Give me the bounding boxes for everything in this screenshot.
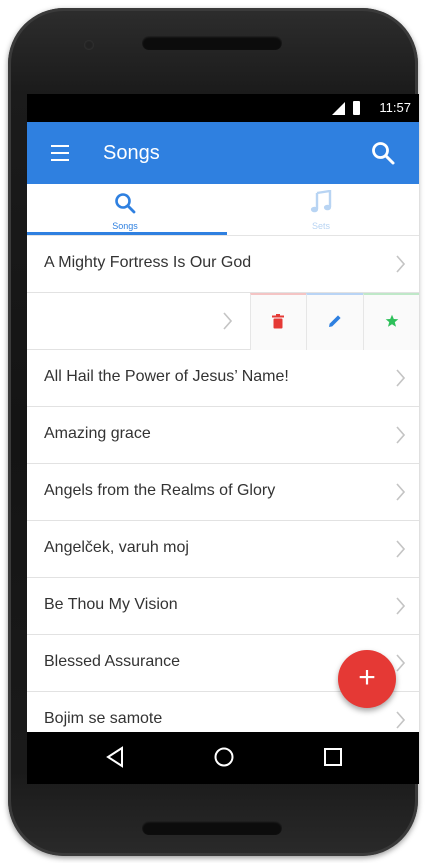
front-camera — [84, 40, 94, 50]
chevron-right-icon — [396, 255, 405, 273]
delete-button[interactable] — [250, 293, 307, 351]
search-icon — [115, 193, 136, 214]
recents-icon[interactable] — [323, 747, 343, 767]
chevron-right-icon — [396, 483, 405, 501]
page-title: Songs — [103, 142, 160, 164]
chevron-right-icon — [396, 597, 405, 615]
tab-sets[interactable]: Sets — [223, 184, 419, 235]
tab-songs[interactable]: Songs — [27, 184, 223, 235]
home-icon[interactable] — [213, 746, 235, 768]
signal-icon — [332, 102, 345, 115]
star-icon — [385, 314, 399, 327]
chevron-right-icon — [223, 312, 232, 330]
tab-bar: Songs Sets — [27, 184, 419, 236]
song-title: Bojim se samote — [44, 710, 163, 727]
song-title: Angelček, varuh moj — [44, 539, 189, 556]
edit-icon — [329, 315, 341, 327]
search-icon[interactable] — [370, 140, 396, 166]
tab-songs-label: Songs — [112, 221, 138, 231]
earpiece-speaker — [142, 36, 282, 50]
song-title: Blessed Assurance — [44, 653, 181, 670]
bottom-speaker — [142, 821, 282, 835]
song-title: All Hail the Power of Jesus’ Name! — [44, 368, 289, 385]
tab-sets-label: Sets — [311, 221, 330, 231]
chevron-right-icon — [396, 426, 405, 444]
song-title: Be Thou My Vision — [44, 596, 178, 613]
list-item[interactable]: Amazing grace — [27, 407, 419, 464]
back-icon[interactable] — [105, 746, 125, 768]
chevron-right-icon — [396, 711, 405, 729]
screen: 11:57 Songs Songs Sets A Mighty Fortress… — [27, 94, 419, 784]
chevron-right-icon — [396, 369, 405, 387]
swiped-list-item[interactable] — [27, 293, 419, 351]
list-item[interactable]: A Mighty Fortress Is Our God — [27, 236, 419, 293]
phone-frame: 11:57 Songs Songs Sets A Mighty Fortress… — [8, 8, 419, 856]
list-item[interactable]: Angels from the Realms of Glory — [27, 464, 419, 521]
system-nav-bar — [27, 732, 419, 784]
chevron-right-icon — [396, 540, 405, 558]
chevron-right-icon — [396, 654, 405, 672]
list-item[interactable]: All Hail the Power of Jesus’ Name! — [27, 350, 419, 407]
song-title: Amazing grace — [44, 425, 151, 442]
list-item[interactable]: Angelček, varuh moj — [27, 521, 419, 578]
song-title: A Mighty Fortress Is Our God — [44, 254, 252, 271]
menu-icon[interactable] — [51, 145, 69, 161]
edit-button[interactable] — [306, 293, 363, 351]
delete-icon — [272, 314, 284, 329]
status-bar: 11:57 — [27, 94, 419, 122]
battery-icon — [353, 101, 360, 115]
app-bar: Songs — [27, 122, 419, 184]
active-tab-indicator — [27, 232, 227, 235]
music-note-icon — [310, 190, 332, 213]
add-song-button[interactable]: + — [338, 650, 396, 708]
list-item[interactable]: Be Thou My Vision — [27, 578, 419, 635]
favorite-button[interactable] — [363, 293, 419, 351]
song-title: Angels from the Realms of Glory — [44, 482, 276, 499]
status-time: 11:57 — [379, 100, 411, 115]
